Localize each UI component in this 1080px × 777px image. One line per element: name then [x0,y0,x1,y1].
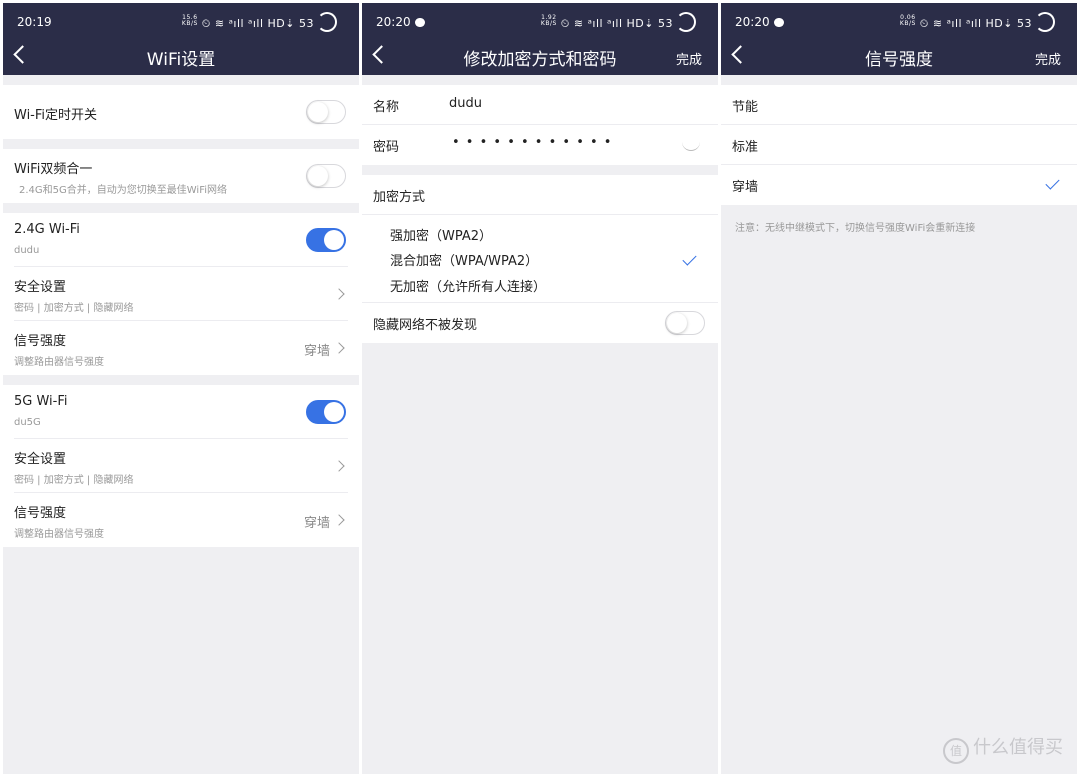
status-time: 20:20 [376,15,425,29]
wifi-5g-label: 5G Wi-Fi [14,394,68,409]
chevron-right-icon [333,460,345,472]
battery-icon [317,12,337,32]
name-label: 名称 [373,100,400,115]
net-speed: 15.6 KB/S [181,14,198,27]
option-wpa2[interactable]: 强加密（WPA2） [390,225,492,244]
encryption-options: 强加密（WPA2） 混合加密（WPA/WPA2） 无加密（允许所有人连接） [362,215,718,303]
security-24g-label: 安全设置 [14,280,67,295]
battery-icon [676,12,696,32]
page-title: WiFi设置 [146,50,216,70]
encryption-header-row: 加密方式 [362,175,718,215]
status-time: 20:20 [735,15,784,29]
signal-24g-label: 信号强度 [14,334,67,349]
page-title: 修改加密方式和密码 [463,50,617,70]
battery-level: 53 [1017,17,1032,30]
status-bar: 20:20 1.92 KB/S ⏲ ≋ ᵃıll ᵃıll HD⇣ 53 [362,3,718,38]
option-label: 穿墙 [732,180,759,195]
wifi-24g-label: 2.4G Wi-Fi [14,222,80,237]
smzdm-logo-icon: 值 [943,738,969,764]
wifi-5g-ssid: du5G [14,417,41,428]
timer-switch-toggle[interactable] [306,100,346,124]
chevron-right-icon [333,288,345,300]
net-speed: 1.92 KB/S [540,14,557,27]
dual-band-label: WiFi双频合一 [14,162,93,177]
name-field[interactable]: dudu [449,96,482,111]
password-row: 密码 • • • • • • • • • • • • [362,125,718,165]
status-indicators: 1.92 KB/S ⏲ ≋ ᵃıll ᵃıll HD⇣ 53 [541,12,696,32]
status-indicators: 15.6 KB/S ⏲ ≋ ᵃıll ᵃıll HD⇣ 53 [182,12,337,32]
hide-network-label: 隐藏网络不被发现 [373,318,478,333]
wechat-icon [414,18,425,27]
option-label: 节能 [732,100,759,115]
option-no-encryption[interactable]: 无加密（允许所有人连接） [390,276,546,295]
note-text: 注意：无线中继模式下，切换信号强度WiFi会重新连接 [735,223,976,234]
name-row: 名称 dudu [362,85,718,125]
dual-band-toggle[interactable] [306,164,346,188]
checkmark-icon [682,251,697,266]
dual-band-row[interactable]: WiFi双频合一 2.4G和5G合并，自动为您切换至最佳WiFi网络 [3,149,359,203]
status-indicators: 0.06 KB/S ⏲ ≋ ᵃıll ᵃıll HD⇣ 53 [900,12,1055,32]
signal-5g-label: 信号强度 [14,506,67,521]
status-bar: 20:19 15.6 KB/S ⏲ ≋ ᵃıll ᵃıll HD⇣ 53 [3,3,359,38]
hide-network-toggle[interactable] [665,311,705,335]
eye-closed-icon[interactable] [682,142,700,151]
signal-icons: ⏲ ≋ ᵃıll ᵃıll HD⇣ [201,17,295,30]
nav-bar: 修改加密方式和密码 完成 [362,38,718,75]
signal-24g-row[interactable]: 信号强度 调整路由器信号强度 穿墙 [3,321,359,375]
wifi-settings-screen: 20:19 15.6 KB/S ⏲ ≋ ᵃıll ᵃıll HD⇣ 53 WiFi… [3,3,359,774]
done-button[interactable]: 完成 [676,49,702,68]
encryption-password-screen: 20:20 1.92 KB/S ⏲ ≋ ᵃıll ᵃıll HD⇣ 53 修改加密… [362,3,718,774]
battery-icon [1035,12,1055,32]
signal-strength-screen: 20:20 0.06 KB/S ⏲ ≋ ᵃıll ᵃıll HD⇣ 53 信号强度… [721,3,1077,774]
signal-5g-desc: 调整路由器信号强度 [14,529,104,540]
security-24g-row[interactable]: 安全设置 密码 | 加密方式 | 隐藏网络 [3,267,359,321]
timer-switch-label: Wi-Fi定时开关 [14,108,98,123]
option-wpa-wpa2[interactable]: 混合加密（WPA/WPA2） [390,250,538,269]
net-speed: 0.06 KB/S [899,14,916,27]
signal-5g-row[interactable]: 信号强度 调整路由器信号强度 穿墙 [3,493,359,547]
nav-bar: WiFi设置 [3,38,359,75]
signal-5g-value: 穿墙 [303,516,330,531]
signal-icons: ⏲ ≋ ᵃıll ᵃıll HD⇣ [919,17,1013,30]
signal-24g-desc: 调整路由器信号强度 [14,357,104,368]
signal-24g-value: 穿墙 [303,344,330,359]
security-24g-desc: 密码 | 加密方式 | 隐藏网络 [14,303,134,314]
option-through-wall[interactable]: 穿墙 [721,165,1077,205]
done-button[interactable]: 完成 [1035,49,1061,68]
option-label: 标准 [732,140,759,155]
wifi-24g-ssid: dudu [14,245,40,256]
wifi-5g-toggle[interactable] [306,400,346,424]
status-bar: 20:20 0.06 KB/S ⏲ ≋ ᵃıll ᵃıll HD⇣ 53 [721,3,1077,38]
security-5g-label: 安全设置 [14,452,67,467]
watermark: 值什么值得买 [943,733,1063,764]
nav-bar: 信号强度 完成 [721,38,1077,75]
option-standard[interactable]: 标准 [721,125,1077,165]
security-5g-row[interactable]: 安全设置 密码 | 加密方式 | 隐藏网络 [3,439,359,493]
password-label: 密码 [373,140,400,155]
signal-icons: ⏲ ≋ ᵃıll ᵃıll HD⇣ [560,17,654,30]
page-title: 信号强度 [865,50,933,70]
timer-switch-row[interactable]: Wi-Fi定时开关 [3,85,359,139]
security-5g-desc: 密码 | 加密方式 | 隐藏网络 [14,475,134,486]
password-field[interactable]: • • • • • • • • • • • • [452,135,612,150]
wifi-24g-toggle[interactable] [306,228,346,252]
watermark-text: 什么值得买 [973,737,1063,758]
chevron-right-icon [333,514,345,526]
wifi-24g-row[interactable]: 2.4G Wi-Fi dudu [3,213,359,267]
checkmark-icon [1045,175,1060,190]
wifi-5g-row[interactable]: 5G Wi-Fi du5G [3,385,359,439]
note-area: 注意：无线中继模式下，切换信号强度WiFi会重新连接 [721,205,1077,245]
battery-level: 53 [658,17,673,30]
status-time: 20:19 [17,15,52,29]
hide-network-row[interactable]: 隐藏网络不被发现 [362,303,718,343]
encryption-header: 加密方式 [373,190,426,205]
wechat-icon [773,18,784,27]
dual-band-desc: 2.4G和5G合并，自动为您切换至最佳WiFi网络 [19,185,228,196]
option-power-saving[interactable]: 节能 [721,85,1077,125]
chevron-right-icon [333,342,345,354]
battery-level: 53 [299,17,314,30]
